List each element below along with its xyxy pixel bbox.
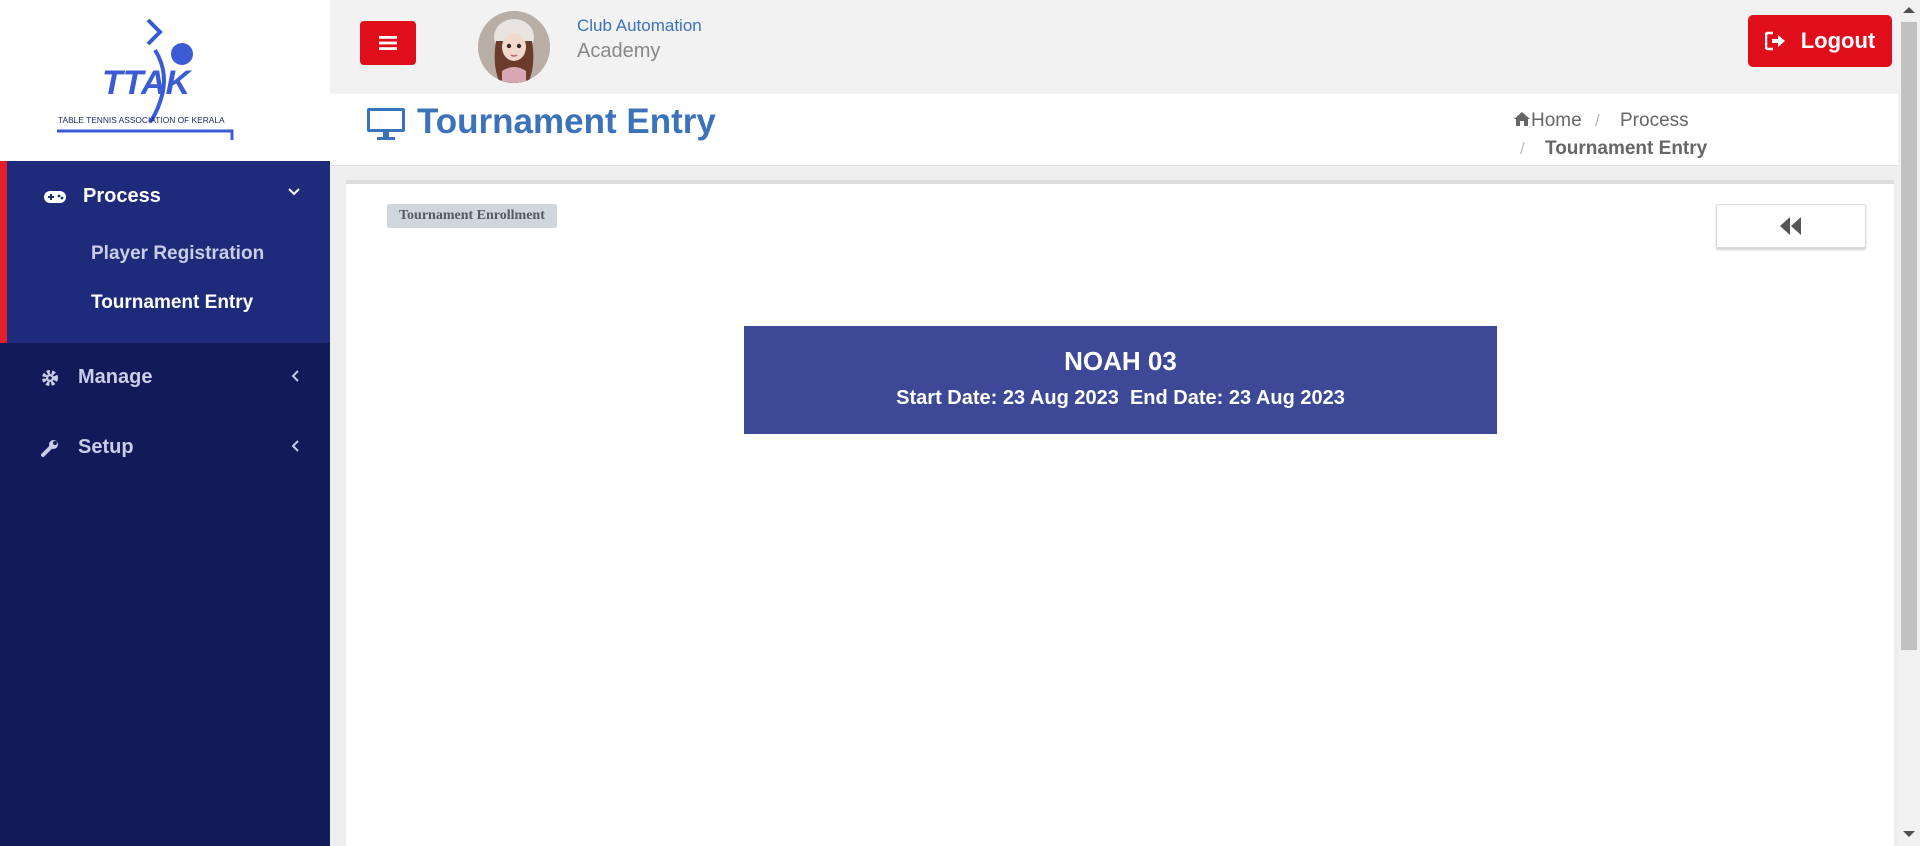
scrollbar-thumb[interactable] [1901, 22, 1917, 650]
wrench-icon [36, 438, 64, 458]
home-icon [1514, 112, 1530, 126]
club-subtitle: Academy [577, 40, 661, 62]
sign-out-icon [1764, 31, 1785, 51]
scroll-up-icon[interactable] [1903, 7, 1915, 13]
logo-area[interactable]: TTAK TABLE TENNIS ASSOCIATION OF KERALA [0, 0, 330, 161]
tournament-name: NOAH 03 [1064, 346, 1177, 376]
menu-manage[interactable]: Manage [36, 366, 152, 389]
avatar-image [478, 11, 550, 83]
club-name: Club Automation [577, 16, 702, 35]
back-button[interactable] [1716, 204, 1866, 248]
menu-setup[interactable]: Setup [36, 436, 134, 459]
breadcrumb-process[interactable]: Process [1620, 110, 1689, 132]
menu-toggle-button[interactable] [360, 21, 416, 65]
submenu-tournament-entry[interactable]: Tournament Entry [91, 292, 253, 314]
page-scrollbar[interactable] [1898, 0, 1920, 846]
menu-process-label: Process [83, 185, 161, 207]
content-panel [346, 180, 1894, 846]
breadcrumb-home[interactable]: Home [1513, 110, 1582, 132]
hamburger-icon [379, 36, 397, 50]
double-left-icon [1780, 217, 1801, 235]
logout-label: Logout [1800, 28, 1876, 53]
tournament-card[interactable]: NOAH 03 Start Date: 23 Aug 2023 End Date… [744, 326, 1497, 434]
gamepad-icon [41, 189, 69, 205]
tournament-dates: Start Date: 23 Aug 2023 End Date: 23 Aug… [896, 387, 1345, 409]
sidebar: TTAK TABLE TENNIS ASSOCIATION OF KERALA … [0, 0, 330, 846]
logo-text: TTAK [102, 64, 193, 102]
menu-setup-label: Setup [78, 436, 134, 458]
tournament-enrollment-badge: Tournament Enrollment [387, 204, 557, 228]
page-title: Tournament Entry [417, 102, 716, 141]
breadcrumb-separator: / [1520, 139, 1525, 158]
desktop-icon [366, 106, 406, 147]
logout-button[interactable]: Logout [1748, 15, 1892, 67]
menu-manage-label: Manage [78, 366, 153, 388]
chevron-left-icon[interactable] [290, 439, 300, 458]
gear-icon [36, 368, 64, 388]
logo-subtitle: TABLE TENNIS ASSOCIATION OF KERALA [58, 115, 225, 125]
chevron-down-icon[interactable] [287, 185, 301, 204]
menu-process[interactable]: Process [41, 185, 161, 208]
top-header: Club Automation Academy Logout [330, 0, 1898, 94]
submenu-player-registration[interactable]: Player Registration [91, 243, 264, 265]
menu-group-process: Process Player Registration Tournament E… [0, 161, 330, 343]
breadcrumb-home-label: Home [1531, 110, 1582, 131]
avatar[interactable] [478, 11, 550, 83]
chevron-left-icon[interactable] [290, 369, 300, 388]
breadcrumb-separator: / [1595, 111, 1600, 130]
scroll-down-icon[interactable] [1903, 831, 1915, 837]
breadcrumb-current: Tournament Entry [1545, 138, 1708, 159]
ttak-logo: TTAK TABLE TENNIS ASSOCIATION OF KERALA [57, 18, 234, 140]
page-header: Tournament Entry Home / Process / Tourna… [330, 94, 1898, 166]
